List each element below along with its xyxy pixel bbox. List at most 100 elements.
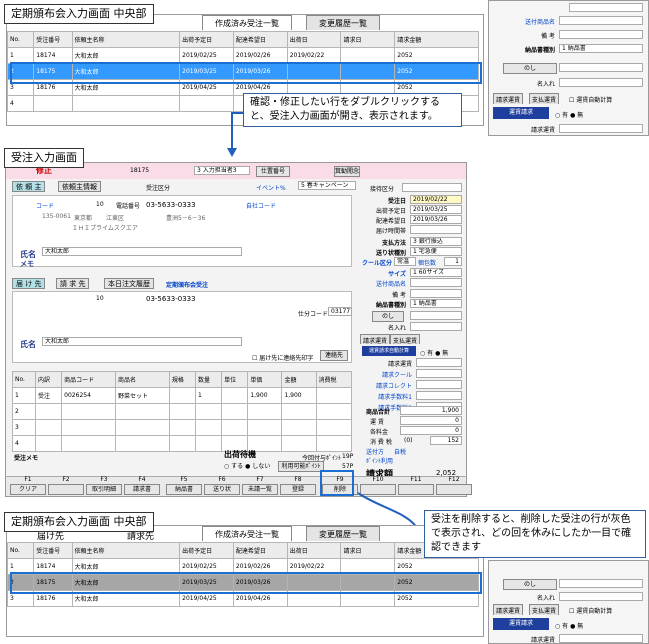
tab-today-history[interactable]: 本日注文履歴 [104,278,154,289]
tab-change-history-2[interactable]: 変更履歴一覧 [306,526,380,541]
tab-billing[interactable]: 請 求 先 [56,278,90,289]
today-point-value: 19P [342,453,354,460]
side-memo-field[interactable] [410,289,462,298]
tax-type-value: 自税 [394,449,407,456]
tab-pay-fee-2[interactable]: 支払運賃 [529,604,560,615]
col-bill-amount: 請求金額 [394,31,479,48]
tab-ship-fee-2[interactable]: 請求運賃 [493,604,524,615]
tab-change-history[interactable]: 変更履歴一覧 [306,15,380,30]
top-tabs: 作成済み受注一覧 変更履歴一覧 [202,15,380,30]
fkey-button-2[interactable] [48,484,84,495]
side-tab-fee1[interactable]: 請求運賃 [360,334,391,345]
tab-ship-fee[interactable]: 請求運賃 [493,93,524,104]
doc-type-label: 納品書種別 [375,302,406,309]
auto-fee-radio[interactable]: ○ 有 ● 無 [420,348,448,357]
fee-label: 各料金 [370,429,389,436]
tab-destination[interactable]: 届 け 先 [12,278,46,289]
order-date-field[interactable]: 2019/02/22 [410,195,462,204]
order-date-label: 受注日 [387,198,406,205]
memo-field[interactable] [559,30,643,39]
side-yes-label: 有 [427,350,434,357]
item-row[interactable]: 1 受注 0026254 野菜セット 1 1,900 1,900 [11,387,353,404]
noshi-button-2[interactable]: のし [503,579,557,590]
subscription-note: 定期頒布会受注 [166,282,209,289]
fee-billing-field[interactable] [416,358,462,367]
item-col-tax: 消費税 [315,371,353,388]
ship-product-field[interactable] [559,16,643,25]
recipient-field[interactable] [559,78,643,87]
billing-fee-button-2[interactable]: 運賃請求 [493,618,549,630]
tab-client-info[interactable]: 依頼主情報 [58,181,101,192]
side-noshi-button[interactable]: のし [372,311,404,322]
tax-paren: (0) [404,437,413,444]
fee-billing-label: 請求運賃 [387,361,412,368]
tax-value: 152 [430,436,462,445]
billing-fee-field-2[interactable] [559,634,643,643]
item-col-name: 商品名 [115,371,170,388]
cool-select[interactable]: 常温 [394,257,416,266]
auto-calc-checkbox[interactable]: ☐ 運賃自動計算 [569,95,612,104]
staff-select[interactable]: 3 入力担当者3 [194,166,250,175]
branch-code-field[interactable]: 0317777 [328,307,352,316]
hold-radio[interactable]: ○ する ● しない [224,461,270,470]
tab-client[interactable]: 依 頼 主 [12,181,46,192]
auto-fee-button[interactable]: 運賃請求自動計算 [362,346,416,356]
deliver-date-field[interactable]: 2019/03/26 [410,215,462,224]
size-field[interactable] [569,3,643,12]
fee-collect-field[interactable] [416,380,462,389]
size-select[interactable]: 1 60サイズ [410,268,462,277]
side-no-label: 無 [442,350,449,357]
billing-fee-radio-2[interactable]: ○ 有 ● 無 [555,621,583,630]
fkey-button-3[interactable]: 取引明細 [86,484,122,495]
recipient-field-2[interactable] [559,592,643,601]
dest-name-field[interactable]: 大和太郎 [42,337,242,346]
delivery-doc-select[interactable]: 1 納品書 [559,44,643,53]
event-select[interactable]: 5 春キャンペーン [298,181,356,190]
col-shipped-date: 出荷日 [286,31,342,48]
radio-no-label-2: 無 [577,623,584,630]
print-contact-checkbox[interactable]: ☐ 届け先に連絡先印字 [252,353,313,362]
product-name-field[interactable] [410,278,462,287]
noshi-field[interactable] [559,63,643,72]
col-bill-date: 請求日 [340,31,396,48]
carrier-select[interactable]: 1 宅急便 [410,247,462,256]
fkey-button-4[interactable]: 請求書 [124,484,160,495]
billing-fee-button[interactable]: 運賃請求 [493,107,549,119]
contact-button[interactable]: 連絡先 [320,350,348,361]
noshi-field-2[interactable] [559,579,643,588]
customer-no-button[interactable]: 仕置番号 [256,166,290,177]
col-ship-date: 出荷予定日 [179,31,234,48]
billing-fee-radio[interactable]: ○ 有 ● 無 [555,110,583,119]
fkey-button-6[interactable]: 送り状 [204,484,240,495]
side-tab-fee2[interactable]: 支払運賃 [390,334,421,345]
tab-pay-fee[interactable]: 支払運賃 [529,93,560,104]
side-noshi-field[interactable] [410,311,462,320]
tab-created-orders[interactable]: 作成済み受注一覧 [202,15,292,30]
category-select[interactable] [402,183,462,192]
tab-created-orders-2[interactable]: 作成済み受注一覧 [202,526,292,541]
billing-fee-field[interactable] [559,124,643,133]
fkey-button-5[interactable]: 納品書 [166,484,202,495]
auto-calc-checkbox-2[interactable]: ☐ 運賃自動計算 [569,606,612,615]
pay-method-select[interactable]: 3 銀行振込 [410,237,462,246]
shipping-label: 運 賃 [370,419,384,426]
deliver-time-select[interactable] [410,225,462,234]
fkey-label-4: F4 [138,476,146,483]
fee1-field[interactable] [416,391,462,400]
pack-field[interactable]: 1 [444,257,462,266]
ship-date-field[interactable]: 2019/03/25 [410,205,462,214]
fkey-button-1[interactable]: クリア [10,484,46,495]
fee-cool-field[interactable] [416,369,462,378]
dbl-click-callout: 確認・修正したい行をダブルクリックすると、受注入力画面が開き、表示されます。 [243,93,462,127]
name-field[interactable]: 大和太郎 [42,247,242,256]
doc-type-select[interactable]: 1 納品書 [410,299,462,308]
carrier-label: 送り状種別 [375,250,406,257]
noshi-button[interactable]: のし [503,63,557,74]
code-value: 10 [96,201,104,208]
fkey-button-7[interactable]: 未請一覧 [242,484,278,495]
company-button[interactable]: 箕勧閲念 [334,166,360,177]
fkey-button-8[interactable]: 登録 [280,484,316,495]
used-point-button[interactable]: 利用可能ﾎﾟｲﾝﾄ [278,461,324,472]
name-in-field[interactable] [410,322,462,331]
highlight-frame-bottom [10,572,482,594]
